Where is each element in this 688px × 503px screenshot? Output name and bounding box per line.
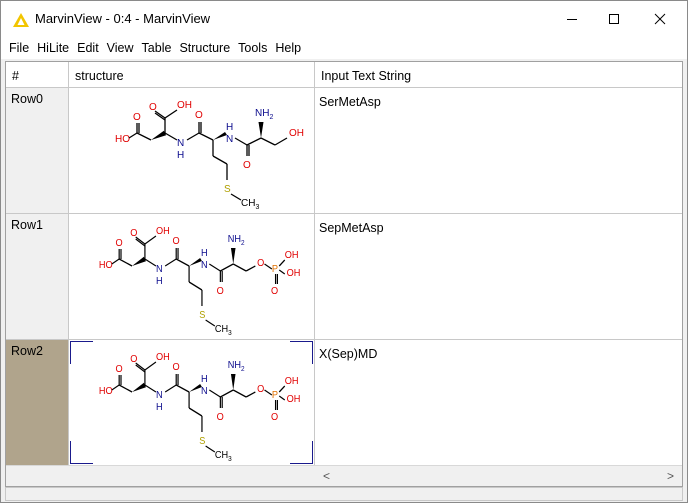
atom-label: H xyxy=(201,248,208,259)
minimize-button[interactable] xyxy=(549,1,595,37)
table-footer-blank xyxy=(6,465,315,486)
atom-label: S xyxy=(224,184,231,195)
atom-label: O xyxy=(271,412,278,423)
peptide-structure-drawing: HOOO OHNHOSCH3HNONH2OPOHOHO xyxy=(99,226,301,337)
atom-label: OH xyxy=(287,268,301,279)
atom-label: N xyxy=(156,390,163,401)
atom-label: CH3 xyxy=(215,450,232,463)
selection-corner xyxy=(70,441,93,464)
row-header-0[interactable]: Row0 xyxy=(6,88,69,214)
close-icon xyxy=(654,13,666,25)
atom-label: N xyxy=(201,260,208,271)
peptide-structure-drawing: HOOO OHNHOSCH3HNONH2OH xyxy=(115,100,304,211)
atom-label: CH3 xyxy=(215,324,232,337)
atom-label: H xyxy=(156,276,163,287)
atom-label: O xyxy=(133,112,141,123)
row-header-1[interactable]: Row1 xyxy=(6,214,69,340)
structure-cell-1[interactable]: HO O O OH N H O S CH3 H N O NH2 O P OH OH O xyxy=(69,214,315,340)
menu-view[interactable]: View xyxy=(103,37,138,59)
structure-cell-2[interactable]: HO O O OH N H O S CH3 H N O NH2 O P OH OH O xyxy=(69,340,315,466)
row-header-2[interactable]: Row2 xyxy=(6,340,69,466)
atom-label: S xyxy=(199,310,205,321)
menu-tools[interactable]: Tools xyxy=(234,37,271,59)
column-header-number[interactable]: # xyxy=(6,62,69,88)
atom-label: OH xyxy=(156,226,170,237)
atom-label: HO xyxy=(115,134,130,145)
menu-table[interactable]: Table xyxy=(138,37,176,59)
scroll-right-arrow-icon[interactable]: > xyxy=(662,466,679,486)
results-table: # structure Input Text String Row0 HO O O O… xyxy=(5,61,683,487)
atom-label: O xyxy=(257,384,264,395)
maximize-icon xyxy=(609,14,619,24)
atom-label: S xyxy=(199,436,205,447)
atom-label: O xyxy=(115,364,122,375)
close-button[interactable] xyxy=(637,1,683,37)
status-bar xyxy=(5,487,683,501)
atom-label: O xyxy=(149,102,157,113)
column-header-input-text[interactable]: Input Text String xyxy=(315,62,682,88)
text-cell-1[interactable]: SepMetAsp xyxy=(315,214,682,340)
menu-hilite[interactable]: HiLite xyxy=(33,37,73,59)
window-title: MarvinView - 0:4 - MarvinView xyxy=(35,11,211,26)
horizontal-scrollbar[interactable]: < > xyxy=(315,465,682,486)
atom-label: NH2 xyxy=(228,360,245,373)
atom-label: H xyxy=(177,150,184,161)
atom-label: O xyxy=(195,110,203,121)
atom-label: HO xyxy=(99,386,113,397)
atom-label: OH xyxy=(156,352,170,363)
selection-corner xyxy=(70,341,93,364)
menu-bar: File HiLite Edit View Table Structure To… xyxy=(1,37,687,59)
atom-label: H xyxy=(201,374,208,385)
column-header-structure[interactable]: structure xyxy=(69,62,315,88)
atom-label: O xyxy=(173,236,180,247)
minimize-icon xyxy=(567,19,577,20)
atom-label: OH xyxy=(285,376,299,387)
atom-label: OH xyxy=(287,394,301,405)
atom-label: O xyxy=(130,354,137,365)
scroll-left-arrow-icon[interactable]: < xyxy=(318,466,335,486)
menu-structure[interactable]: Structure xyxy=(175,37,234,59)
selection-corner xyxy=(290,341,313,364)
atom-label: HO xyxy=(99,260,113,271)
title-bar: MarvinView - 0:4 - MarvinView xyxy=(1,1,687,37)
atom-label: O xyxy=(243,160,251,171)
maximize-button[interactable] xyxy=(591,1,637,37)
text-cell-2[interactable]: X(Sep)MD xyxy=(315,340,682,466)
peptide-structure-drawing: HOOO OHNHOSCH3HNONH2OPOHOHO xyxy=(99,352,301,463)
atom-label: O xyxy=(217,286,224,297)
atom-label: P xyxy=(272,390,278,401)
menu-help[interactable]: Help xyxy=(271,37,305,59)
menu-file[interactable]: File xyxy=(1,37,33,59)
atom-label: O xyxy=(271,286,278,297)
marvinview-window: MarvinView - 0:4 - MarvinView File HiLit… xyxy=(0,0,688,503)
atom-label: N xyxy=(177,138,184,149)
atom-label: O xyxy=(257,258,264,269)
atom-label: OH xyxy=(177,100,192,111)
atom-label: O xyxy=(173,362,180,373)
atom-label: OH xyxy=(289,128,304,139)
atom-label: NH2 xyxy=(228,234,245,247)
atom-label: H xyxy=(156,402,163,413)
atom-label: O xyxy=(130,228,137,239)
menu-edit[interactable]: Edit xyxy=(73,37,103,59)
text-cell-0[interactable]: SerMetAsp xyxy=(315,88,682,214)
atom-label: N xyxy=(226,134,233,145)
atom-label: P xyxy=(272,264,278,275)
atom-label: NH2 xyxy=(255,108,273,121)
structure-cell-0[interactable]: HO O O OH N H O S CH3 H N O NH2 OH xyxy=(69,88,315,214)
atom-label: N xyxy=(201,386,208,397)
selection-corner xyxy=(290,441,313,464)
marvin-app-icon xyxy=(13,13,29,27)
atom-label: H xyxy=(226,122,233,133)
atom-label: CH3 xyxy=(241,198,259,211)
atom-label: O xyxy=(217,412,224,423)
atom-label: OH xyxy=(285,250,299,261)
atom-label: N xyxy=(156,264,163,275)
atom-label: O xyxy=(115,238,122,249)
